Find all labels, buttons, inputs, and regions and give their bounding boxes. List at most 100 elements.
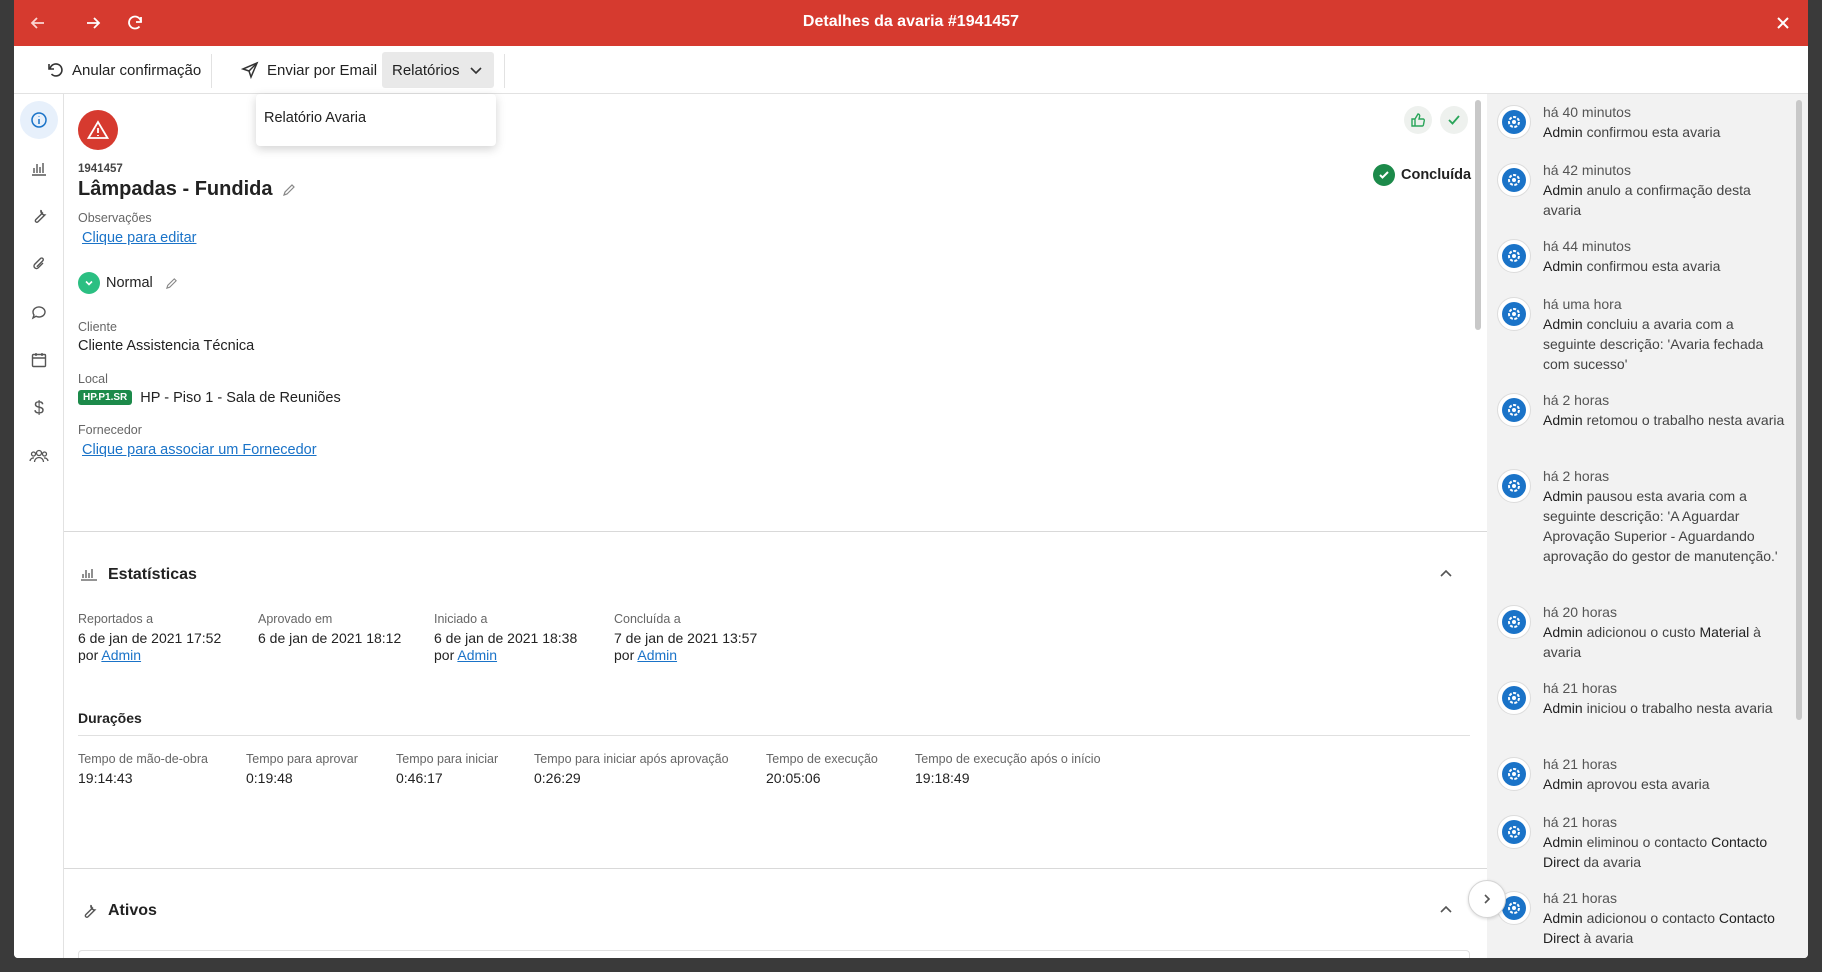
duration-value: 0:19:48 — [246, 770, 293, 786]
stats-icon — [80, 566, 98, 587]
nav-contacts[interactable] — [20, 437, 58, 475]
action-toolbar: Anular confirmação Enviar por Email Rela… — [14, 46, 1808, 94]
chevron-up-icon — [1440, 905, 1452, 913]
activity-time: há 20 horas — [1543, 604, 1617, 620]
activity-time: há 21 horas — [1543, 814, 1617, 830]
user-link[interactable]: Admin — [637, 647, 677, 663]
priority-row: Normal — [78, 272, 178, 294]
nav-details[interactable] — [20, 101, 58, 139]
activity-text: há 20 horas Admin adicionou o custo Mater… — [1543, 602, 1787, 662]
activity-desc: confirmou esta avaria — [1582, 124, 1721, 140]
activity-text: há 21 horas Admin eliminou o contacto Con… — [1543, 812, 1787, 872]
stat-date: 6 de jan de 2021 17:52 — [78, 630, 222, 646]
stat-date: 6 de jan de 2021 18:12 — [258, 630, 402, 646]
durations-title: Durações — [78, 710, 142, 726]
activity-text: há 21 horas Admin iniciou o trabalho nest… — [1543, 678, 1787, 718]
activity-text: há 2 horas Admin retomou o trabalho nesta… — [1543, 390, 1787, 430]
activity-time: há uma hora — [1543, 296, 1622, 312]
location-code-badge: HP.P1.SR — [78, 390, 133, 405]
client-label: Cliente — [78, 320, 117, 334]
assets-collapse-button[interactable] — [1438, 902, 1454, 923]
check-circle-icon — [1373, 164, 1395, 186]
menu-item-fault-report[interactable]: Relatório Avaria — [264, 108, 366, 128]
edit-pencil-icon[interactable] — [282, 183, 296, 197]
activity-time: há 42 minutos — [1543, 162, 1631, 178]
fault-type-avatar — [78, 110, 118, 150]
client-value: Cliente Assistencia Técnica — [78, 338, 255, 354]
stat-date: 7 de jan de 2021 13:57 — [614, 630, 758, 646]
fault-details-window: Detalhes da avaria #1941457 Anular confi… — [14, 0, 1808, 958]
activity-user: Admin — [1543, 488, 1583, 504]
section-divider — [64, 531, 1487, 532]
activity-text: há 44 minutos Admin confirmou esta avaria — [1543, 236, 1787, 276]
section-nav: $ — [14, 94, 64, 958]
avatar — [1497, 469, 1531, 503]
activity-desc: confirmou esta avaria — [1582, 258, 1721, 274]
avatar — [1497, 681, 1531, 715]
stat-by: por Admin — [614, 647, 677, 663]
reports-dropdown-button[interactable]: Relatórios — [382, 52, 494, 88]
duration-value: 19:14:43 — [78, 770, 133, 786]
send-email-button[interactable]: Enviar por Email — [231, 52, 387, 88]
duration-label: Tempo para iniciar após aprovação — [534, 752, 729, 766]
activity-text: há 40 minutos Admin confirmou esta avaria — [1543, 102, 1787, 142]
user-link[interactable]: Admin — [457, 647, 497, 663]
toolbar-divider — [211, 54, 212, 88]
close-button[interactable] — [1770, 10, 1796, 36]
gear-icon — [1502, 110, 1526, 134]
avatar — [1497, 605, 1531, 639]
duration-label: Tempo de execução após o início — [915, 752, 1101, 766]
gear-icon — [1502, 168, 1526, 192]
section-divider — [64, 868, 1487, 869]
toggle-activity-panel-button[interactable] — [1468, 880, 1506, 918]
nav-costs[interactable]: $ — [20, 389, 58, 427]
activity-user: Admin — [1543, 700, 1583, 716]
activity-time: há 40 minutos — [1543, 104, 1631, 120]
fault-id: 1941457 — [78, 163, 123, 175]
duration-label: Tempo para aprovar — [246, 752, 358, 766]
approve-button[interactable] — [1404, 106, 1432, 134]
avatar — [1497, 815, 1531, 849]
activity-desc: eliminou o contacto — [1582, 834, 1712, 850]
activity-tail: da avaria — [1579, 854, 1642, 870]
main-scrollbar[interactable] — [1475, 100, 1481, 330]
duration-label: Tempo para iniciar — [396, 752, 499, 766]
fault-title: Lâmpadas - Fundida — [78, 178, 273, 200]
stat-by: por Admin — [78, 647, 141, 663]
activity-user: Admin — [1543, 910, 1583, 926]
by-word: por — [614, 647, 635, 663]
edit-pencil-icon[interactable] — [165, 277, 178, 290]
duration-label: Tempo de mão-de-obra — [78, 752, 208, 766]
confirm-button[interactable] — [1440, 106, 1468, 134]
gear-icon — [1502, 244, 1526, 268]
stats-collapse-button[interactable] — [1438, 566, 1454, 587]
status-label: Concluída — [1401, 167, 1472, 183]
send-icon — [241, 61, 259, 79]
nav-statistics[interactable] — [20, 149, 58, 187]
activity-user: Admin — [1543, 776, 1583, 792]
duration-label: Tempo de execução — [766, 752, 878, 766]
gear-icon — [1502, 762, 1526, 786]
activity-user: Admin — [1543, 182, 1583, 198]
reports-menu: Relatório Avaria — [256, 94, 496, 146]
user-link[interactable]: Admin — [101, 647, 141, 663]
supplier-associate-link[interactable]: Clique para associar um Fornecedor — [82, 442, 317, 458]
activity-text: há 21 horas Admin adicionou o contacto Co… — [1543, 888, 1787, 948]
nav-calendar[interactable] — [20, 341, 58, 379]
nav-assets[interactable] — [20, 197, 58, 235]
activity-user: Admin — [1543, 258, 1583, 274]
undo-confirm-button[interactable]: Anular confirmação — [36, 52, 211, 88]
stat-label: Reportados a — [78, 612, 154, 626]
activity-user: Admin — [1543, 316, 1583, 332]
activity-scrollbar[interactable] — [1796, 100, 1802, 720]
send-email-label: Enviar por Email — [267, 61, 378, 79]
activity-feed: há 40 minutos Admin confirmou esta avaria… — [1487, 94, 1808, 958]
priority-label: Normal — [106, 275, 153, 291]
nav-attachments[interactable] — [20, 245, 58, 283]
nav-comments[interactable] — [20, 293, 58, 331]
avatar — [1497, 393, 1531, 427]
users-icon — [29, 449, 49, 463]
observations-edit-link[interactable]: Clique para editar — [82, 230, 196, 246]
chevron-down-icon — [469, 67, 482, 75]
activity-user: Admin — [1543, 624, 1583, 640]
